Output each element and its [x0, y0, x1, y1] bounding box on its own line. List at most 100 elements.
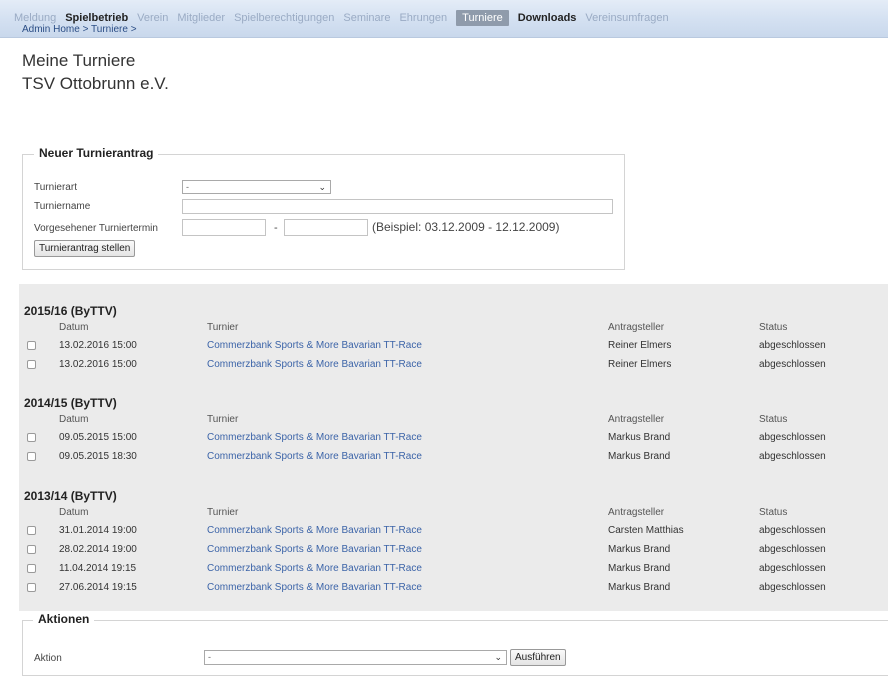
row-tournament-link[interactable]: Commerzbank Sports & More Bavarian TT-Ra…	[207, 563, 422, 574]
table-row: 09.05.2015 18:30 Commerzbank Sports & Mo…	[19, 448, 888, 465]
column-header-applicant: Antragsteller	[608, 507, 665, 518]
row-tournament-link[interactable]: Commerzbank Sports & More Bavarian TT-Ra…	[207, 432, 422, 443]
row-date: 09.05.2015 15:00	[59, 432, 137, 443]
row-applicant: Carsten Matthias	[608, 525, 684, 536]
new-request-legend: Neuer Turnierantrag	[34, 146, 159, 160]
column-header-date: Datum	[59, 507, 89, 518]
column-header-applicant: Antragsteller	[608, 322, 665, 333]
row-date: 27.06.2014 19:15	[59, 582, 137, 593]
column-header-date: Datum	[59, 322, 89, 333]
column-header-status: Status	[759, 322, 788, 333]
row-status: abgeschlossen	[759, 563, 826, 574]
tournament-name-label: Turniername	[34, 201, 91, 212]
season-heading: 2014/15 (ByTTV)	[24, 396, 117, 410]
row-checkbox[interactable]	[27, 545, 36, 554]
action-select-value: -	[208, 652, 211, 662]
tournament-date-label: Vorgesehener Turniertermin	[34, 223, 158, 234]
table-row: 27.06.2014 19:15 Commerzbank Sports & Mo…	[19, 579, 888, 596]
row-checkbox[interactable]	[27, 433, 36, 442]
nav-item-seminare[interactable]: Seminare	[343, 12, 390, 24]
column-header-tournament: Turnier	[207, 414, 239, 425]
top-navigation: Meldung Spielbetrieb Verein Mitglieder S…	[0, 0, 888, 38]
row-applicant: Markus Brand	[608, 432, 671, 443]
row-applicant: Markus Brand	[608, 582, 671, 593]
nav-item-downloads[interactable]: Downloads	[518, 12, 577, 24]
row-tournament-link[interactable]: Commerzbank Sports & More Bavarian TT-Ra…	[207, 451, 422, 462]
table-row: 11.04.2014 19:15 Commerzbank Sports & Mo…	[19, 560, 888, 577]
row-applicant: Reiner Elmers	[608, 340, 672, 351]
row-tournament-link[interactable]: Commerzbank Sports & More Bavarian TT-Ra…	[207, 359, 422, 370]
row-date: 13.02.2016 15:00	[59, 359, 137, 370]
season-heading: 2013/14 (ByTTV)	[24, 489, 117, 503]
row-status: abgeschlossen	[759, 451, 826, 462]
table-row: 28.02.2014 19:00 Commerzbank Sports & Mo…	[19, 541, 888, 558]
nav-item-ehrungen[interactable]: Ehrungen	[399, 12, 447, 24]
row-tournament-link[interactable]: Commerzbank Sports & More Bavarian TT-Ra…	[207, 525, 422, 536]
chevron-down-icon: ⌄	[318, 182, 326, 192]
row-status: abgeschlossen	[759, 359, 826, 370]
column-header-applicant: Antragsteller	[608, 414, 665, 425]
execute-button[interactable]: Ausführen	[510, 649, 566, 666]
tournament-type-select[interactable]: - ⌄	[182, 180, 331, 194]
column-header-status: Status	[759, 414, 788, 425]
row-date: 28.02.2014 19:00	[59, 544, 137, 555]
breadcrumb-separator: >	[130, 24, 137, 35]
column-header-date: Datum	[59, 414, 89, 425]
nav-item-mitglieder[interactable]: Mitglieder	[177, 12, 225, 24]
actions-legend: Aktionen	[33, 612, 95, 626]
page-title: Meine Turniere	[22, 51, 136, 70]
row-applicant: Reiner Elmers	[608, 359, 672, 370]
action-label: Aktion	[34, 653, 62, 664]
table-row: 13.02.2016 15:00 Commerzbank Sports & Mo…	[19, 356, 888, 373]
tournament-name-input[interactable]	[182, 199, 613, 214]
row-tournament-link[interactable]: Commerzbank Sports & More Bavarian TT-Ra…	[207, 340, 422, 351]
date-format-hint: (Beispiel: 03.12.2009 - 12.12.2009)	[372, 220, 560, 234]
new-tournament-request-form: Neuer Turnierantrag Turnierart - ⌄ Turni…	[22, 146, 625, 270]
row-status: abgeschlossen	[759, 525, 826, 536]
breadcrumb-admin-home[interactable]: Admin Home	[22, 24, 80, 35]
row-applicant: Markus Brand	[608, 451, 671, 462]
row-checkbox[interactable]	[27, 526, 36, 535]
row-applicant: Markus Brand	[608, 563, 671, 574]
column-header-status: Status	[759, 507, 788, 518]
tournament-type-value: -	[186, 182, 189, 192]
nav-item-turniere[interactable]: Turniere	[456, 10, 509, 26]
nav-item-verein[interactable]: Verein	[137, 12, 168, 24]
actions-form: Aktionen Aktion - ⌄ Ausführen	[22, 612, 888, 676]
tournament-type-label: Turnierart	[34, 182, 77, 193]
breadcrumb-turniere[interactable]: Turniere	[91, 24, 128, 35]
row-checkbox[interactable]	[27, 452, 36, 461]
nav-item-spielbetrieb[interactable]: Spielbetrieb	[65, 12, 128, 24]
table-row: 31.01.2014 19:00 Commerzbank Sports & Mo…	[19, 522, 888, 539]
nav-item-vereinsumfragen[interactable]: Vereinsumfragen	[585, 12, 668, 24]
row-date: 13.02.2016 15:00	[59, 340, 137, 351]
chevron-down-icon: ⌄	[494, 652, 502, 662]
row-status: abgeschlossen	[759, 340, 826, 351]
row-checkbox[interactable]	[27, 360, 36, 369]
breadcrumb: Admin Home > Turniere >	[22, 24, 137, 35]
row-checkbox[interactable]	[27, 564, 36, 573]
club-name: TSV Ottobrunn e.V.	[22, 74, 169, 93]
row-date: 11.04.2014 19:15	[59, 563, 137, 574]
submit-request-button[interactable]: Turnierantrag stellen	[34, 240, 136, 257]
season-heading: 2015/16 (ByTTV)	[24, 304, 117, 318]
row-tournament-link[interactable]: Commerzbank Sports & More Bavarian TT-Ra…	[207, 582, 422, 593]
row-date: 31.01.2014 19:00	[59, 525, 137, 536]
date-separator: -	[274, 222, 278, 234]
row-status: abgeschlossen	[759, 544, 826, 555]
action-select[interactable]: - ⌄	[204, 650, 507, 665]
row-date: 09.05.2015 18:30	[59, 451, 137, 462]
row-checkbox[interactable]	[27, 583, 36, 592]
nav-item-meldung[interactable]: Meldung	[14, 12, 56, 24]
nav-item-spielberechtigungen[interactable]: Spielberechtigungen	[234, 12, 334, 24]
table-row: 13.02.2016 15:00 Commerzbank Sports & Mo…	[19, 337, 888, 354]
column-header-tournament: Turnier	[207, 507, 239, 518]
date-to-input[interactable]	[284, 219, 368, 236]
table-row: 09.05.2015 15:00 Commerzbank Sports & Mo…	[19, 429, 888, 446]
row-status: abgeschlossen	[759, 432, 826, 443]
breadcrumb-separator: >	[82, 24, 89, 35]
row-tournament-link[interactable]: Commerzbank Sports & More Bavarian TT-Ra…	[207, 544, 422, 555]
row-status: abgeschlossen	[759, 582, 826, 593]
row-checkbox[interactable]	[27, 341, 36, 350]
date-from-input[interactable]	[182, 219, 266, 236]
